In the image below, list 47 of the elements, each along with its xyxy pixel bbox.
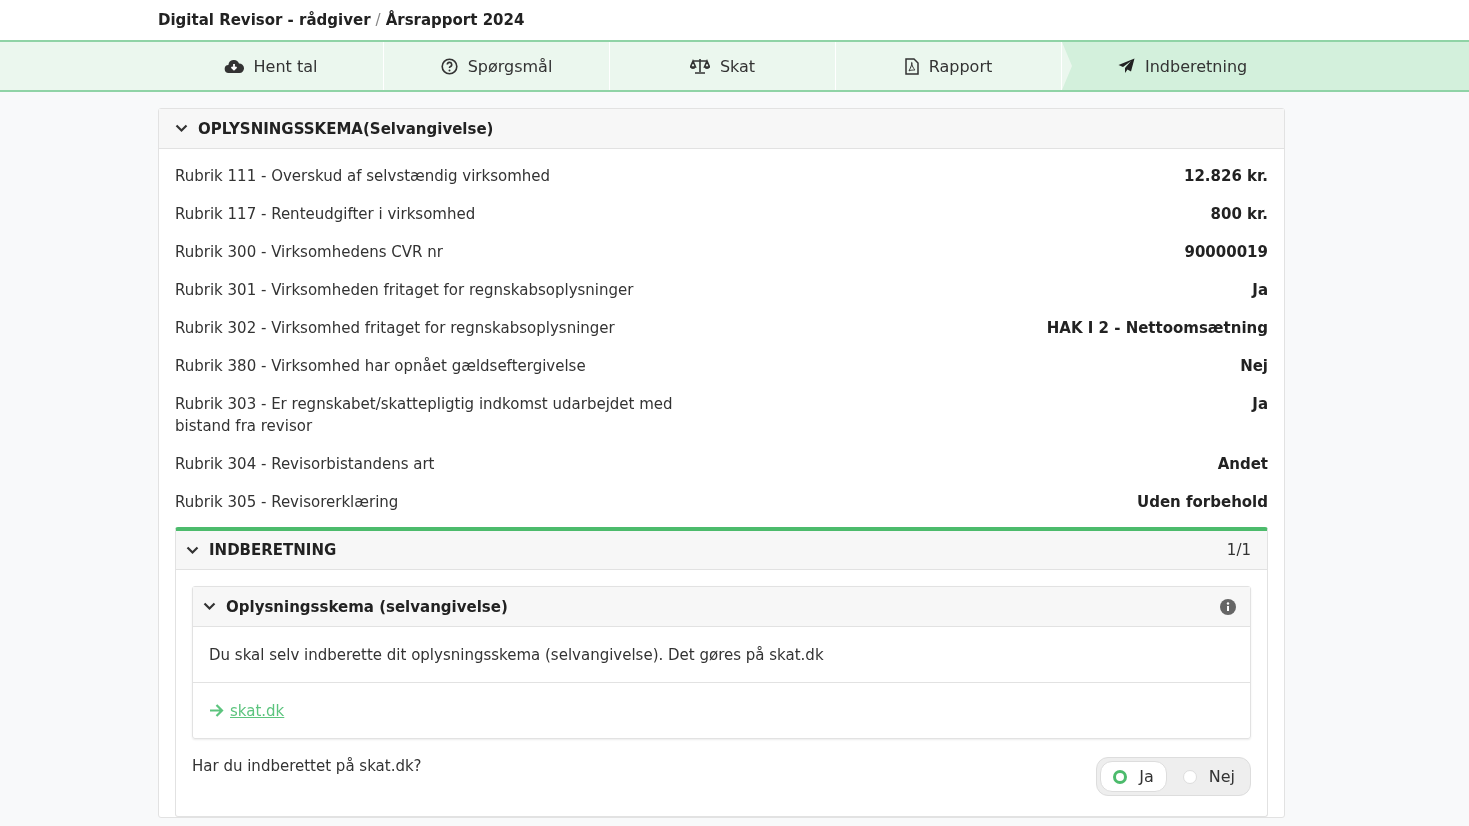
field-label: Rubrik 302 - Virksomhed fritaget for regnskabsoplysninger xyxy=(175,318,615,339)
field-label: Rubrik 117 - Renteudgifter i virksomhed xyxy=(175,204,476,225)
field-value: Ja xyxy=(1252,280,1268,301)
field-label: Rubrik 304 - Revisorbistandens art xyxy=(175,454,435,475)
field-label: Rubrik 111 - Overskud af selvstændig virksomhed xyxy=(175,166,551,187)
card-title: Oplysningsskema (selvangivelse) xyxy=(226,597,508,616)
field-label: Rubrik 305 - Revisorerklæring xyxy=(175,492,399,513)
page-count: 1/1 xyxy=(1226,541,1251,559)
breadcrumb-page: Årsrapport 2024 xyxy=(385,11,525,29)
arrow-right-icon xyxy=(209,704,224,717)
panel-header[interactable]: INDBERETNING 1/1 xyxy=(176,531,1267,570)
radio-option[interactable]: Nej xyxy=(1170,761,1247,792)
field-value: Ja xyxy=(1252,394,1268,415)
chevron-icon xyxy=(203,602,216,611)
field-value: Andet xyxy=(1217,454,1268,475)
field-label: Rubrik 380 - Virksomhed har opnået gældseftergivelse xyxy=(175,356,586,377)
step-tab[interactable]: Skat xyxy=(610,42,836,90)
section-title: OPLYSNINGSSKEMA(Selvangivelse) xyxy=(198,119,494,138)
field-label: Rubrik 301 - Virksomheden fritaget for regnskabsoplysninger xyxy=(175,280,634,301)
question-icon xyxy=(440,57,458,75)
chevron-icon xyxy=(175,124,188,133)
field-value: HAK I 2 - Nettoomsætning xyxy=(1046,318,1268,339)
pdf-file-icon xyxy=(904,57,919,75)
chevron-icon xyxy=(186,545,199,555)
field-label: Rubrik 303 - Er regnskabet/skattepligtig indkomst udarbejdet med bistand fra revisor xyxy=(175,394,674,437)
cloud-download-icon xyxy=(223,58,244,74)
card-header[interactable]: Oplysningsskema (selvangivelse) xyxy=(193,587,1250,627)
field-value: 800 kr. xyxy=(1210,204,1268,225)
breadcrumb-app[interactable]: Digital Revisor - rådgiver xyxy=(158,11,371,29)
question-text: Har du indberettet på skat.dk? xyxy=(192,757,422,775)
step-tab[interactable]: Rapport xyxy=(836,42,1062,90)
step-tab[interactable]: Indberetning xyxy=(1062,42,1469,90)
field-label: Rubrik 300 - Virksomhedens CVR nr xyxy=(175,242,443,263)
paper-plane-icon xyxy=(1118,58,1135,74)
info-icon[interactable] xyxy=(1220,598,1236,615)
panel-title: INDBERETNING xyxy=(209,541,337,559)
radio-option[interactable]: Ja xyxy=(1100,761,1167,792)
field-value: 12.826 kr. xyxy=(1183,166,1268,187)
field-value: 90000019 xyxy=(1184,242,1268,263)
scale-icon xyxy=(689,58,710,74)
instruction-text: Du skal selv indberette dit oplysningsskema (selvangivelse). Det gøres på skat.dk xyxy=(209,645,824,664)
field-value: Uden forbehold xyxy=(1137,492,1268,513)
breadcrumb-separator: / xyxy=(375,11,381,29)
step-tab[interactable]: Hent tal xyxy=(158,42,384,90)
section-header[interactable]: OPLYSNINGSSKEMA(Selvangivelse) xyxy=(159,109,1284,149)
step-tab[interactable]: Spørgsmål xyxy=(384,42,610,90)
field-value: Nej xyxy=(1240,356,1268,377)
